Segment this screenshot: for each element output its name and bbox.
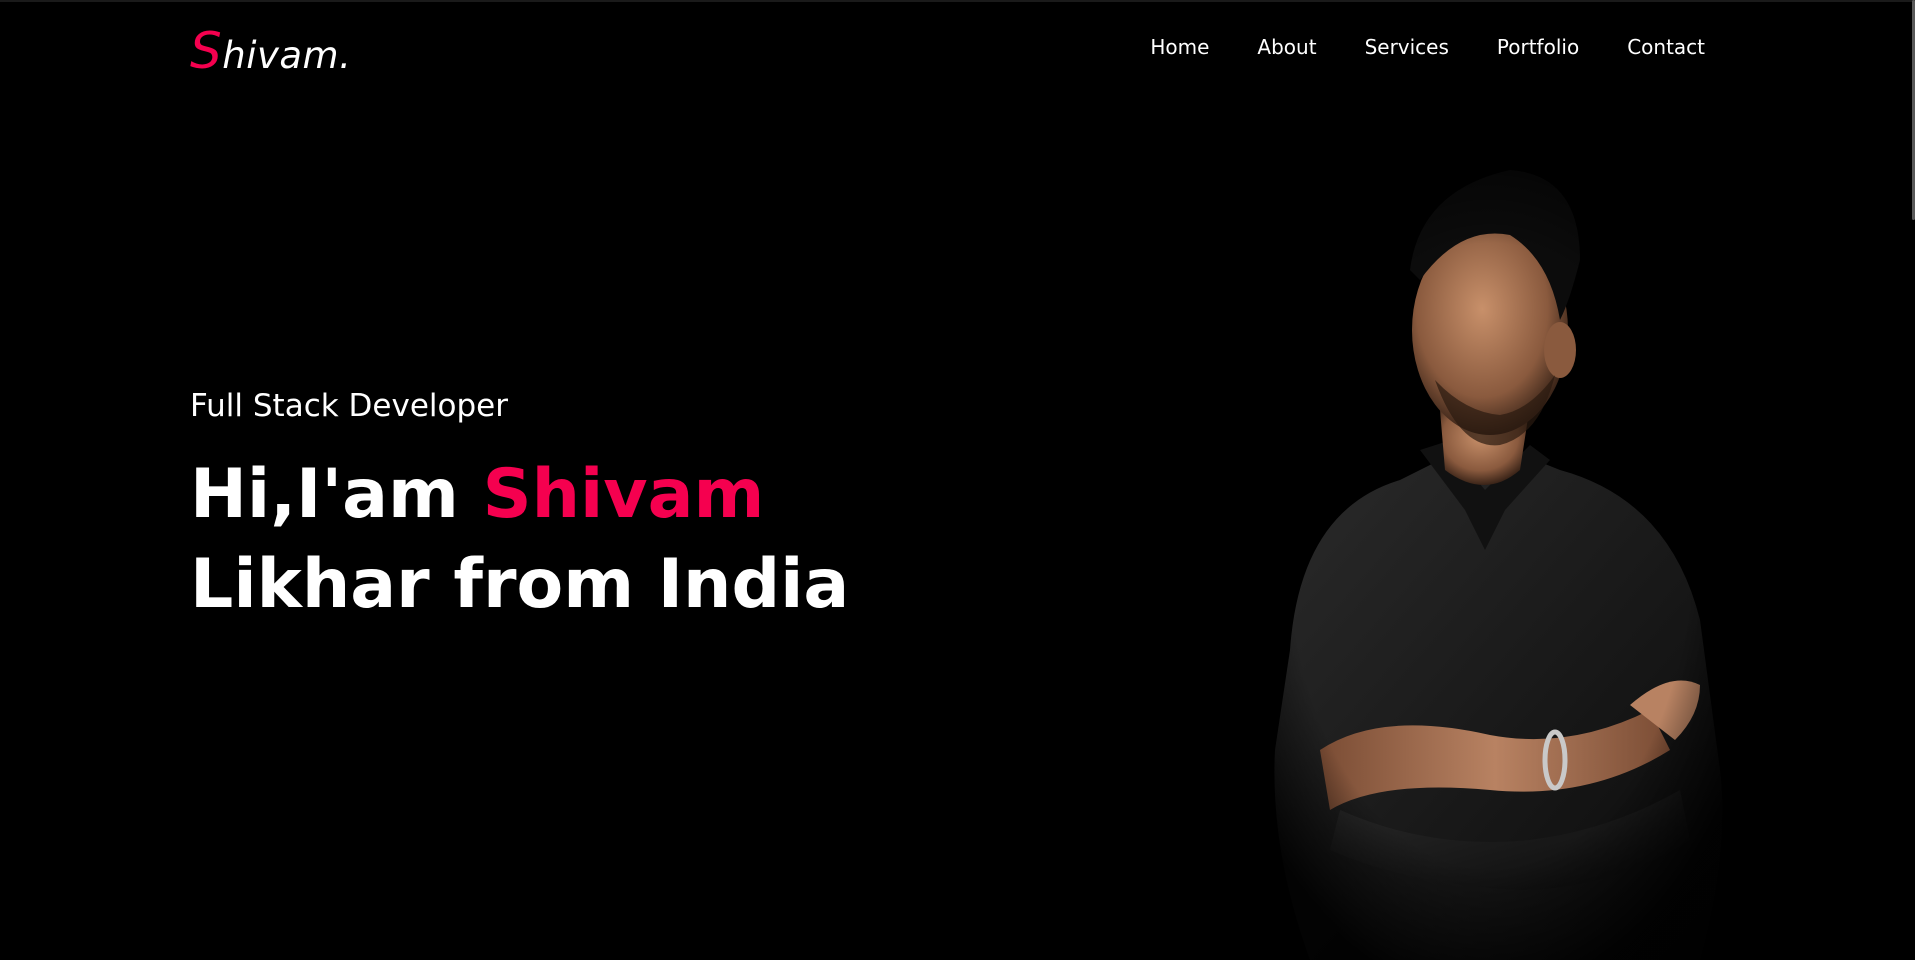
headline-greeting: Hi,I'am: [190, 455, 483, 534]
headline-line-2: Likhar from India: [190, 545, 850, 624]
portrait-image: [1230, 150, 1750, 960]
logo[interactable]: Shivam.: [190, 22, 351, 80]
page: Shivam. Home About Services Portfolio Co…: [0, 0, 1915, 960]
nav-services-link[interactable]: Services: [1365, 35, 1449, 59]
nav-contact-link[interactable]: Contact: [1627, 35, 1705, 59]
headline-line-1: Hi,I'am Shivam: [190, 450, 1090, 540]
nav-home-link[interactable]: Home: [1150, 35, 1209, 59]
hero-headline: Hi,I'am Shivam Likhar from India: [190, 450, 1090, 630]
nav-portfolio-link[interactable]: Portfolio: [1497, 35, 1579, 59]
top-border: [0, 0, 1915, 2]
hero-section: Full Stack Developer Hi,I'am Shivam Likh…: [190, 388, 1090, 630]
logo-initial: S: [190, 22, 223, 80]
nav-about-link[interactable]: About: [1257, 35, 1316, 59]
hero-subtitle: Full Stack Developer: [190, 388, 508, 424]
main-nav: Home About Services Portfolio Contact: [1150, 35, 1705, 59]
logo-rest: hivam.: [222, 34, 352, 77]
headline-name-highlight: Shivam: [482, 455, 765, 534]
